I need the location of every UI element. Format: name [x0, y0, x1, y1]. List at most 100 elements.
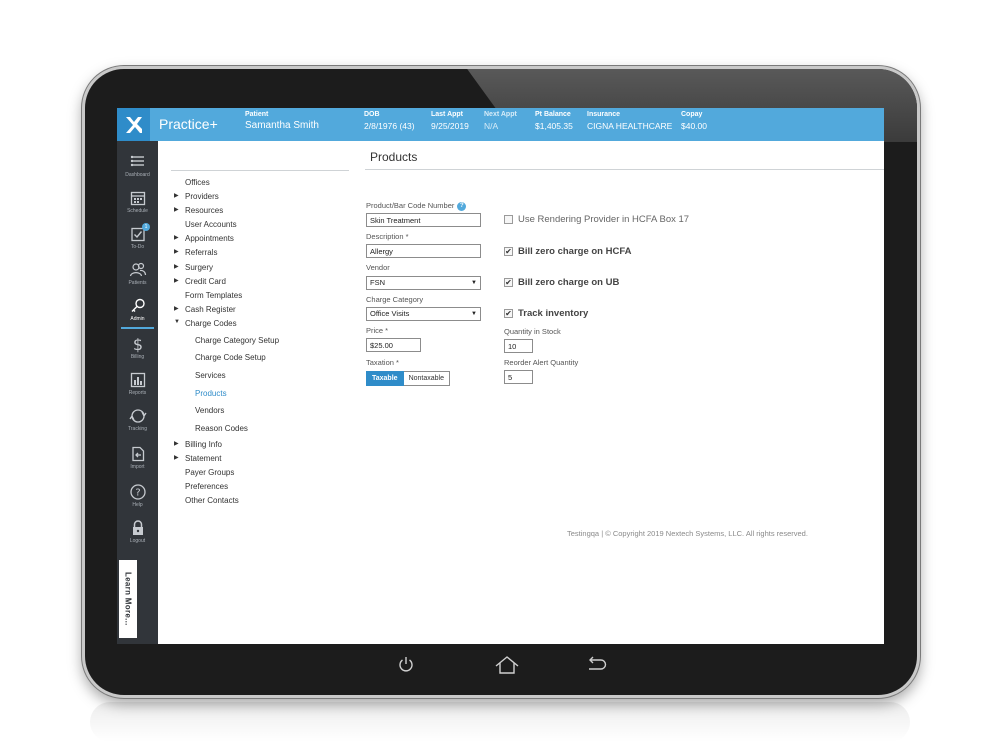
tree-item-user-accounts[interactable]: User Accounts [185, 220, 237, 229]
sidebar-item-reports[interactable]: Reports [117, 371, 158, 405]
quantity-in-stock-input[interactable] [504, 339, 533, 353]
tree-item-form-templates[interactable]: Form Templates [185, 291, 242, 300]
app-screen: Practice+ Patient Samantha Smith DOB 2/8… [117, 108, 884, 644]
sidebar-item-patients[interactable]: Patients [117, 261, 158, 295]
help-icon: ? [129, 484, 146, 500]
description-input[interactable] [366, 244, 481, 258]
tree-item-cash-register[interactable]: ▶ Cash Register [174, 305, 236, 314]
tree-item-products[interactable]: Products [195, 389, 227, 398]
bill-zero-hcfa-checkbox-row[interactable]: ✔ Bill zero charge on HCFA [504, 246, 632, 257]
tree-item-reason-codes[interactable]: Reason Codes [195, 424, 248, 433]
header-copay: Copay $40.00 [681, 111, 707, 131]
sidebar-item-todo[interactable]: 1 To-Do [117, 223, 158, 259]
info-icon[interactable]: ? [457, 202, 467, 211]
collapse-arrow-icon: ▼ [174, 319, 180, 325]
nextech-logo-icon [125, 116, 142, 133]
key-icon [131, 298, 145, 312]
sidebar-item-dashboard[interactable]: Dashboard [117, 153, 158, 187]
tree-item-other-contacts[interactable]: Other Contacts [185, 496, 239, 505]
sidebar-nav: Dashboard Schedule 1 To-Do Patients Admi… [117, 141, 158, 644]
title-divider [365, 169, 884, 170]
sidebar-active-indicator [121, 327, 154, 329]
price-input[interactable] [366, 338, 421, 352]
bill-zero-ub-checkbox[interactable]: ✔ [504, 278, 513, 287]
todo-badge: 1 [142, 223, 150, 231]
taxation-label: Taxation * [366, 358, 399, 367]
track-inventory-checkbox-row[interactable]: ✔ Track inventory [504, 308, 588, 319]
tree-top-divider [171, 170, 349, 171]
vendor-select[interactable]: FSN ▼ [366, 276, 481, 290]
tree-item-offices[interactable]: Offices [185, 178, 210, 187]
expand-arrow-icon: ▶ [174, 278, 179, 284]
tree-item-providers[interactable]: ▶ Providers [174, 192, 219, 201]
sidebar-item-import[interactable]: Import [117, 445, 158, 479]
price-label: Price * [366, 326, 389, 335]
top-bar: Practice+ Patient Samantha Smith DOB 2/8… [117, 108, 884, 141]
learn-more-tab[interactable]: Learn More... [119, 560, 137, 638]
tree-item-billing-info[interactable]: ▶ Billing Info [174, 440, 222, 449]
expand-arrow-icon: ▶ [174, 207, 179, 213]
dollar-icon: $ [132, 335, 142, 353]
nontaxable-option[interactable]: Nontaxable [403, 371, 450, 386]
sidebar-item-admin[interactable]: Admin [117, 297, 158, 331]
back-button-icon[interactable] [584, 655, 608, 673]
header-pt-balance: Pt Balance $1,405.35 [535, 111, 573, 131]
tree-item-preferences[interactable]: Preferences [185, 482, 228, 491]
lock-icon [132, 520, 143, 535]
header-next-appt: Next Appt N/A [484, 111, 517, 131]
reorder-alert-input[interactable] [504, 370, 533, 384]
home-button-icon[interactable] [494, 655, 520, 675]
tree-item-appointments[interactable]: ▶ Appointments [174, 234, 234, 243]
tree-item-referrals[interactable]: ▶ Referrals [174, 248, 217, 257]
svg-text:$: $ [132, 335, 142, 353]
copyright-footer: Testingqa | © Copyright 2019 Nextech Sys… [567, 529, 808, 538]
header-insurance: Insurance CIGNA HEALTHCARE [587, 111, 673, 131]
bill-zero-hcfa-checkbox[interactable]: ✔ [504, 247, 513, 256]
quantity-in-stock-label: Quantity in Stock [504, 327, 561, 336]
header-dob: DOB 2/8/1976 (43) [364, 111, 415, 131]
expand-arrow-icon: ▶ [174, 235, 179, 241]
expand-arrow-icon: ▶ [174, 193, 179, 199]
tree-item-resources[interactable]: ▶ Resources [174, 206, 223, 215]
reorder-alert-label: Reorder Alert Quantity [504, 358, 579, 367]
sidebar-item-help[interactable]: ? Help [117, 483, 158, 517]
sidebar-item-tracking[interactable]: Tracking [117, 407, 158, 441]
charge-category-label: Charge Category [366, 295, 424, 304]
description-label: Description * [366, 232, 409, 241]
app-logo[interactable] [117, 108, 150, 141]
tablet-reflection [90, 702, 910, 742]
sidebar-item-billing[interactable]: $ Billing [117, 335, 158, 369]
tree-item-charge-code-setup[interactable]: Charge Code Setup [195, 353, 266, 362]
expand-arrow-icon: ▶ [174, 455, 179, 461]
tree-item-charge-codes[interactable]: ▼ Charge Codes [174, 319, 237, 328]
taxable-option[interactable]: Taxable [366, 371, 404, 386]
tree-item-payer-groups[interactable]: Payer Groups [185, 468, 234, 477]
tree-item-surgery[interactable]: ▶ Surgery [174, 263, 213, 272]
tree-item-vendors[interactable]: Vendors [195, 406, 224, 415]
calendar-icon [130, 191, 145, 206]
sidebar-item-logout[interactable]: Logout [117, 519, 158, 553]
rendering-provider-checkbox-row[interactable]: Use Rendering Provider in HCFA Box 17 [504, 214, 689, 225]
header-patient[interactable]: Patient Samantha Smith [245, 111, 319, 131]
power-button-icon[interactable] [397, 655, 415, 673]
tracking-icon [128, 409, 147, 423]
sidebar-item-schedule[interactable]: Schedule [117, 189, 158, 223]
dropdown-caret-icon: ▼ [471, 311, 477, 317]
charge-category-select[interactable]: Office Visits ▼ [366, 307, 481, 321]
taxation-toggle: Taxable Nontaxable [366, 371, 450, 386]
product-code-input[interactable] [366, 213, 481, 227]
tree-item-credit-card[interactable]: ▶ Credit Card [174, 277, 226, 286]
import-icon [131, 446, 144, 462]
patients-icon [129, 262, 146, 277]
bill-zero-ub-checkbox-row[interactable]: ✔ Bill zero charge on UB [504, 277, 619, 288]
product-code-label: Product/Bar Code Number? [366, 201, 467, 211]
rendering-provider-checkbox[interactable] [504, 215, 513, 224]
expand-arrow-icon: ▶ [174, 306, 179, 312]
track-inventory-checkbox[interactable]: ✔ [504, 309, 513, 318]
tree-item-services[interactable]: Services [195, 371, 226, 380]
expand-arrow-icon: ▶ [174, 249, 179, 255]
tree-item-statement[interactable]: ▶ Statement [174, 454, 221, 463]
tree-item-charge-category-setup[interactable]: Charge Category Setup [195, 336, 279, 345]
header-last-appt: Last Appt 9/25/2019 [431, 111, 469, 131]
vendor-label: Vendor [366, 263, 390, 272]
